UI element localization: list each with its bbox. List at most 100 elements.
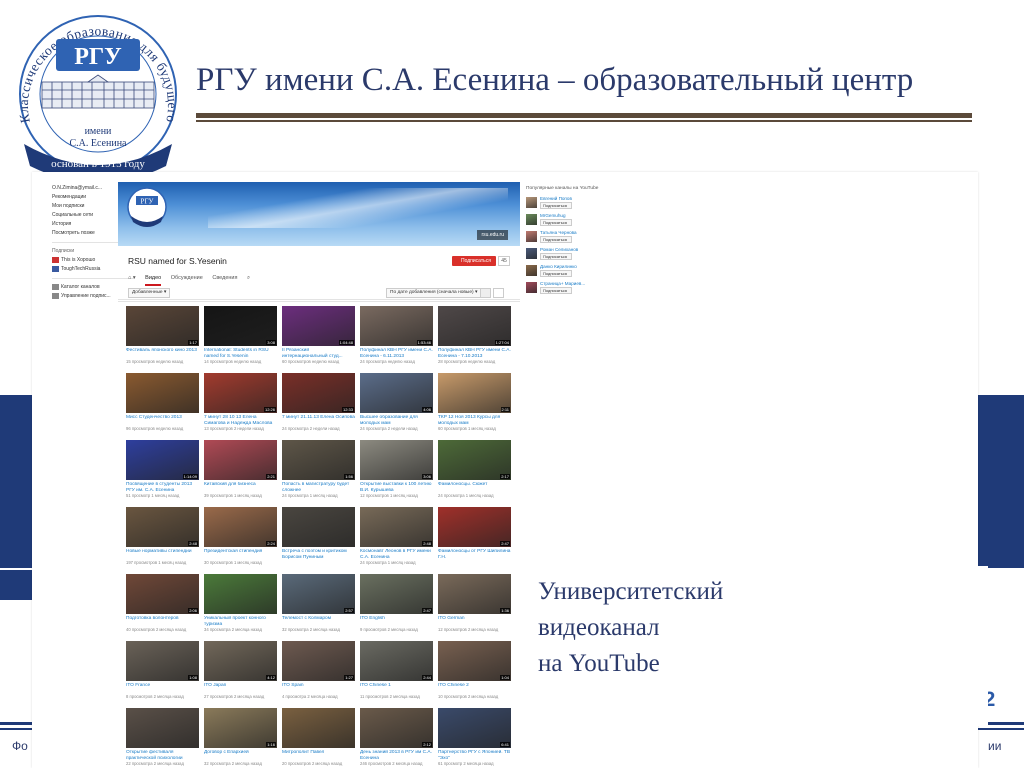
- video-title[interactable]: ITO German: [438, 616, 511, 627]
- video-card[interactable]: 2:48 Новые нормативы стипендии 197 просмот…: [126, 507, 199, 573]
- video-thumbnail[interactable]: 3:06: [360, 440, 433, 480]
- tab-discussion[interactable]: Обсуждение: [171, 275, 203, 281]
- video-card[interactable]: Уникальный проект конного туризма 34 прос…: [204, 574, 277, 640]
- video-title[interactable]: ITO France: [126, 683, 199, 694]
- popular-channel-item[interactable]: Страница+ Мариев... Подписаться: [526, 281, 606, 296]
- video-card[interactable]: 1:27 ITO Spain 4 просмотра 2 месяца назад: [282, 641, 355, 707]
- popular-subscribe-button[interactable]: Подписаться: [540, 202, 572, 209]
- video-thumbnail[interactable]: 2:11: [438, 373, 511, 413]
- avatar[interactable]: [526, 231, 537, 242]
- video-title[interactable]: ITO Chinese 1: [360, 683, 433, 694]
- video-card[interactable]: 3:06 Открытие выставки к 100 летию В.И. К…: [360, 440, 433, 506]
- popular-subscribe-button[interactable]: Подписаться: [540, 219, 572, 226]
- list-view-icon[interactable]: [493, 288, 504, 298]
- video-title[interactable]: Мисс Студенчество 2013: [126, 415, 199, 426]
- video-title[interactable]: Высшее образование для молодых мам: [360, 415, 433, 426]
- video-title[interactable]: Полуфинал КВН РГУ имени С.А. Есенина - 6…: [360, 348, 433, 359]
- popular-channel-name[interactable]: Данко Кирилинко: [540, 264, 577, 269]
- banner-url-link[interactable]: rsu.edu.ru: [477, 230, 508, 240]
- video-card[interactable]: 4:12 ITO Japan 27 просмотров 2 месяца наза…: [204, 641, 277, 707]
- video-thumbnail[interactable]: 4:06: [360, 373, 433, 413]
- video-title[interactable]: 7 минут 28 10 13 Елена Симагова и Надежд…: [204, 415, 277, 426]
- popular-channel-name[interactable]: Евгений Попов: [540, 196, 572, 201]
- video-card[interactable]: 2:48 Космонавт Леонов в РГУ имени С.А. Ес…: [360, 507, 433, 573]
- video-thumbnail[interactable]: 1:16: [204, 708, 277, 748]
- video-card[interactable]: 6:41 Партнерство РГУ с Японией. ТВ "Эхо" 6…: [438, 708, 511, 768]
- video-thumbnail[interactable]: 1:17: [126, 306, 199, 346]
- video-card[interactable]: 1:16 Договор с Епархией 32 просмотра 2 мес…: [204, 708, 277, 768]
- video-title[interactable]: Встреча с поэтом и критиком Борисом Пуни…: [282, 549, 355, 560]
- video-title[interactable]: Открытие выставки к 100 летию В.И. Курыш…: [360, 482, 433, 493]
- video-thumbnail[interactable]: 6:41: [438, 708, 511, 748]
- subscribe-button[interactable]: Подписаться: [452, 256, 496, 266]
- video-card[interactable]: Открытие фестиваля практической психолог…: [126, 708, 199, 768]
- video-thumbnail[interactable]: 2:47: [360, 574, 433, 614]
- video-card[interactable]: 1:08 ITO France 8 просмотров 2 месяца наза…: [126, 641, 199, 707]
- avatar[interactable]: [526, 282, 537, 293]
- popular-subscribe-button[interactable]: Подписаться: [540, 287, 572, 294]
- video-card[interactable]: 12:33 7 минут 21.11.13 Елена Осипова 24 пр…: [282, 373, 355, 439]
- video-title[interactable]: International: Students in RSU named for…: [204, 348, 277, 359]
- video-card[interactable]: Митрополит Павел 20 просмотров 2 месяца н…: [282, 708, 355, 768]
- video-thumbnail[interactable]: [126, 708, 199, 748]
- video-thumbnail[interactable]: 2:24: [204, 507, 277, 547]
- video-card[interactable]: 2:47 ITO English 9 просмотров 2 месяца наз…: [360, 574, 433, 640]
- video-thumbnail[interactable]: 2:48: [360, 507, 433, 547]
- video-card[interactable]: 1:27:04 Полуфинал КВН РГУ имени С.А. Есен…: [438, 306, 511, 372]
- video-card[interactable]: 2:47 Фамилоносцы от РГУ Шипилина Г.Н.: [438, 507, 511, 573]
- video-title[interactable]: Китайский для бизнеса: [204, 482, 277, 493]
- video-thumbnail[interactable]: 1:08: [126, 641, 199, 681]
- video-title[interactable]: II Рязанский интернациональный студ...: [282, 348, 355, 359]
- video-title[interactable]: Фамилоносцы от РГУ Шипилина Г.Н.: [438, 549, 511, 560]
- video-title[interactable]: ITO Spain: [282, 683, 355, 694]
- video-title[interactable]: 7 минут 21.11.13 Елена Осипова: [282, 415, 355, 426]
- video-thumbnail[interactable]: 12:33: [282, 373, 355, 413]
- video-card[interactable]: 3:08 International: Students in RSU named…: [204, 306, 277, 372]
- video-card[interactable]: 2:11 ТКР 12 Ноя 2013 Курсы для молодых ма…: [438, 373, 511, 439]
- video-card[interactable]: 2:06 Подготовка волонтеров 40 просмотров 2…: [126, 574, 199, 640]
- popular-channel-item[interactable]: MrGemuhug Подписаться: [526, 213, 606, 228]
- video-title[interactable]: Митрополит Павел: [282, 750, 355, 761]
- video-thumbnail[interactable]: [204, 574, 277, 614]
- video-thumbnail[interactable]: 1:36: [438, 574, 511, 614]
- video-thumbnail[interactable]: 1:56: [282, 440, 355, 480]
- video-title[interactable]: Новые нормативы стипендии: [126, 549, 199, 560]
- video-thumbnail[interactable]: 2:57: [282, 574, 355, 614]
- grid-view-icon[interactable]: [480, 288, 491, 298]
- video-card[interactable]: 2:24 Президентская стипендия 30 просмотров…: [204, 507, 277, 573]
- video-thumbnail[interactable]: 2:21: [204, 440, 277, 480]
- video-title[interactable]: Фамилоносцы. Сюжет: [438, 482, 511, 493]
- video-title[interactable]: День знаний 2013 в РГУ им С.А. Есенина: [360, 750, 433, 761]
- video-title[interactable]: Телемост с Колмаром: [282, 616, 355, 627]
- video-title[interactable]: Партнерство РГУ с Японией. ТВ "Эхо": [438, 750, 511, 761]
- popular-subscribe-button[interactable]: Подписаться: [540, 253, 572, 260]
- video-card[interactable]: 2:12 День знаний 2013 в РГУ им С.А. Есени…: [360, 708, 433, 768]
- video-title[interactable]: Посвящение в студенты 2013 РГУ им. С.А. …: [126, 482, 199, 493]
- video-thumbnail[interactable]: [126, 373, 199, 413]
- video-thumbnail[interactable]: 2:17: [438, 440, 511, 480]
- video-title[interactable]: Космонавт Леонов в РГУ имени С.А. Есенин…: [360, 549, 433, 560]
- video-thumbnail[interactable]: 1:27:04: [438, 306, 511, 346]
- video-card[interactable]: 1:04 ITO Chinese 2 10 просмотров 2 месяца …: [438, 641, 511, 707]
- video-title[interactable]: Фестиваль японского кино 2013: [126, 348, 199, 359]
- video-card[interactable]: 2:17 Фамилоносцы. Сюжет 24 просмотра 1 мес…: [438, 440, 511, 506]
- video-title[interactable]: ITO Chinese 2: [438, 683, 511, 694]
- video-thumbnail[interactable]: 4:12: [204, 641, 277, 681]
- video-title[interactable]: Уникальный проект конного туризма: [204, 616, 277, 627]
- video-title[interactable]: ТКР 12 Ноя 2013 Курсы для молодых мам: [438, 415, 511, 426]
- video-thumbnail[interactable]: 1:14:09: [126, 440, 199, 480]
- video-thumbnail[interactable]: 2:47: [438, 507, 511, 547]
- video-title[interactable]: Полуфинал КВН РГУ имени С.А. Есенина - 7…: [438, 348, 511, 359]
- video-title[interactable]: ITO Japan: [204, 683, 277, 694]
- video-card[interactable]: 1:53:46 Полуфинал КВН РГУ имени С.А. Есен…: [360, 306, 433, 372]
- video-thumbnail[interactable]: [282, 708, 355, 748]
- video-thumbnail[interactable]: 1:53:46: [360, 306, 433, 346]
- video-title[interactable]: Президентская стипендия: [204, 549, 277, 560]
- video-card[interactable]: 4:06 Высшее образование для молодых мам 24…: [360, 373, 433, 439]
- video-thumbnail[interactable]: 2:44: [360, 641, 433, 681]
- uploads-dropdown[interactable]: Добавленные ▾: [128, 288, 171, 298]
- popular-channel-item[interactable]: Роман Селиханов Подписаться: [526, 247, 606, 262]
- video-card[interactable]: 1:56 Попасть в магистратуру будет сложнее…: [282, 440, 355, 506]
- video-thumbnail[interactable]: 2:12: [360, 708, 433, 748]
- popular-channel-name[interactable]: MrGemuhug: [540, 213, 566, 218]
